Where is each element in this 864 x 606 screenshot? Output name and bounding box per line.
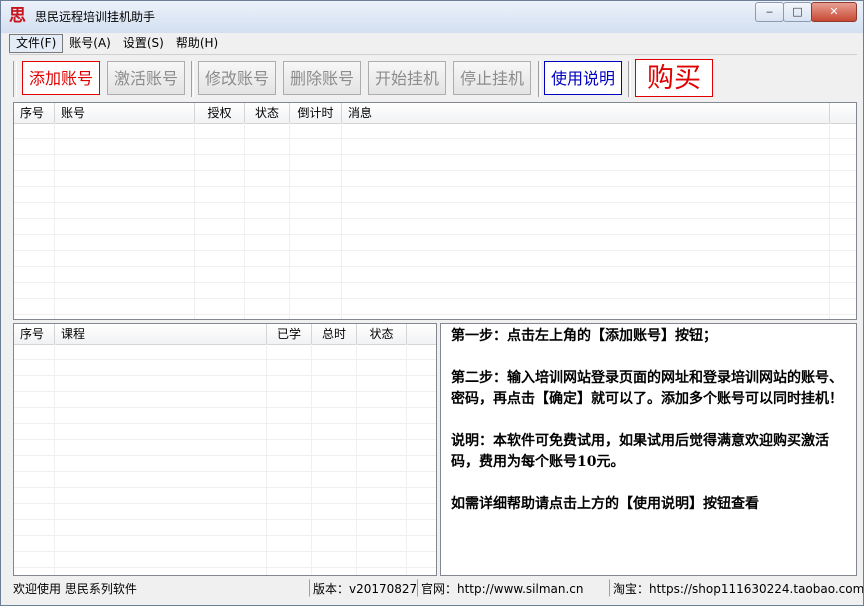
courses-table-body[interactable] — [14, 344, 436, 575]
accounts-table[interactable]: 序号 账号 授权 状态 倒计时 消息 — [13, 102, 857, 320]
col-total-time[interactable]: 总时 — [312, 324, 357, 344]
instructions-panel[interactable]: 第一步：点击左上角的【添加账号】按钮； 第二步：输入培训网站登录页面的网址和登录… — [440, 323, 857, 576]
status-version: 版本：v20170827 — [309, 579, 417, 597]
accounts-table-header: 序号 账号 授权 状态 倒计时 消息 — [14, 103, 856, 124]
toolbar-separator — [538, 61, 541, 97]
edit-account-button[interactable]: 修改账号 — [198, 61, 276, 95]
instruction-note: 说明：本软件可免费试用，如果试用后觉得满意欢迎购买激活码，费用为每个账号10元。 — [451, 433, 829, 470]
app-logo-icon: 思 — [9, 6, 26, 26]
menu-file[interactable]: 文件(F) — [9, 34, 64, 53]
courses-table[interactable]: 序号 课程 已学 总时 状态 — [13, 323, 437, 576]
col-message[interactable]: 消息 — [342, 103, 830, 123]
user-guide-button[interactable]: 使用说明 — [544, 61, 622, 95]
grid-line — [356, 344, 357, 575]
status-taobao[interactable]: 淘宝：https://shop111630224.taobao.com — [609, 579, 863, 597]
activate-account-button[interactable]: 激活账号 — [107, 61, 185, 95]
instruction-step-2: 第二步：输入培训网站登录页面的网址和登录培训网站的账号、密码，再点击【确定】就可… — [451, 370, 843, 407]
courses-table-header: 序号 课程 已学 总时 状态 — [14, 324, 436, 345]
grid-line — [266, 344, 267, 575]
menu-account[interactable]: 账号(A) — [63, 34, 117, 53]
add-account-button[interactable]: 添加账号 — [22, 61, 100, 95]
col-account[interactable]: 账号 — [55, 103, 195, 123]
col-course[interactable]: 课程 — [55, 324, 267, 344]
window-controls: ‒ □ ✕ — [755, 2, 857, 22]
status-website[interactable]: 官网：http://www.silman.cn — [417, 579, 585, 597]
grid-line — [194, 123, 195, 319]
start-hangup-button[interactable]: 开始挂机 — [368, 61, 446, 95]
menu-help[interactable]: 帮助(H) — [170, 34, 224, 53]
toolbar: 添加账号 激活账号 修改账号 删除账号 开始挂机 停止挂机 使用说明 购买 — [9, 54, 857, 103]
col-index[interactable]: 序号 — [14, 324, 55, 344]
instruction-step-1: 第一步：点击左上角的【添加账号】按钮； — [451, 328, 717, 344]
grid-line — [341, 123, 342, 319]
minimize-button[interactable]: ‒ — [755, 2, 784, 22]
col-status[interactable]: 状态 — [357, 324, 407, 344]
grid-line — [311, 344, 312, 575]
buy-button[interactable]: 购买 — [635, 59, 713, 97]
col-countdown[interactable]: 倒计时 — [290, 103, 342, 123]
grid-line — [54, 123, 55, 319]
grid-line — [406, 344, 407, 575]
app-window: 思 思民远程培训挂机助手 ‒ □ ✕ 文件(F) 账号(A) 设置(S) 帮助(… — [0, 0, 864, 606]
delete-account-button[interactable]: 删除账号 — [283, 61, 361, 95]
title-bar[interactable]: 思 思民远程培训挂机助手 ‒ □ ✕ — [1, 1, 863, 33]
accounts-table-body[interactable] — [14, 123, 856, 319]
status-bar: 欢迎使用 思民系列软件 版本：v20170827 官网：http://www.s… — [9, 578, 863, 598]
window-title: 思民远程培训挂机助手 — [35, 10, 156, 24]
col-studied[interactable]: 已学 — [267, 324, 312, 344]
grid-line — [829, 123, 830, 319]
maximize-button[interactable]: □ — [783, 2, 812, 22]
toolbar-separator — [191, 61, 194, 97]
toolbar-separator — [628, 61, 631, 97]
grid-line — [244, 123, 245, 319]
col-status[interactable]: 状态 — [245, 103, 290, 123]
toolbar-grip[interactable] — [13, 61, 17, 97]
grid-line — [54, 344, 55, 575]
grid-line — [289, 123, 290, 319]
stop-hangup-button[interactable]: 停止挂机 — [453, 61, 531, 95]
col-authorization[interactable]: 授权 — [195, 103, 245, 123]
status-welcome: 欢迎使用 思民系列软件 — [13, 582, 137, 596]
menu-settings[interactable]: 设置(S) — [117, 34, 170, 53]
col-index[interactable]: 序号 — [14, 103, 55, 123]
menu-bar: 文件(F) 账号(A) 设置(S) 帮助(H) — [9, 34, 857, 53]
instruction-help: 如需详细帮助请点击上方的【使用说明】按钮查看 — [451, 496, 759, 512]
close-button[interactable]: ✕ — [811, 2, 857, 22]
